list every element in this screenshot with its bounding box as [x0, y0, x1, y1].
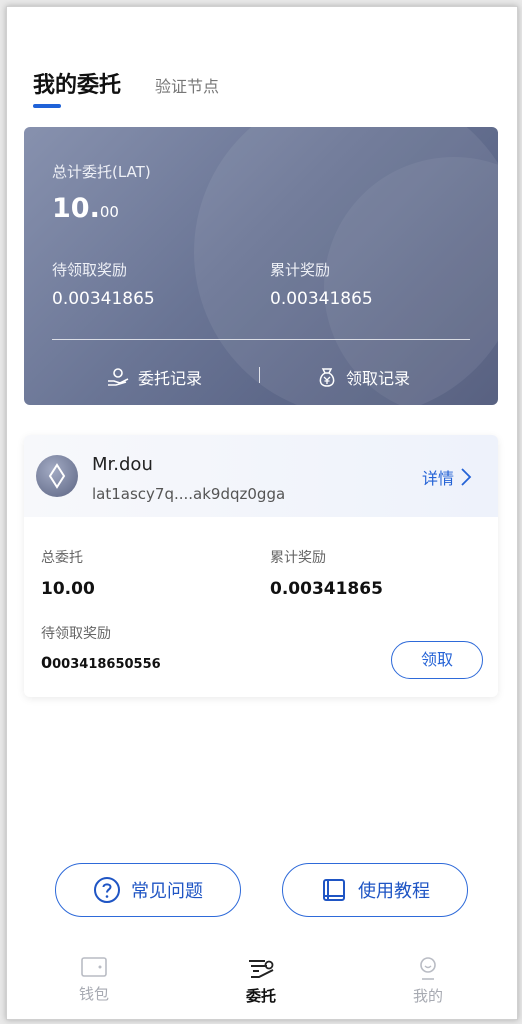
nav-delegate[interactable]: 委托 — [221, 955, 301, 1006]
nav-delegate-label: 委托 — [245, 987, 276, 1005]
delegate-record-link[interactable]: 委托记录 — [106, 365, 202, 389]
detail-link[interactable]: 详情 — [422, 465, 472, 489]
pending-rest: 003418650556 — [52, 657, 161, 672]
nav-wallet[interactable]: 钱包 — [54, 955, 134, 1004]
node-cumulative-label: 累计奖励 — [270, 550, 326, 566]
pending-lead: 0 — [41, 653, 53, 672]
faq-button[interactable]: 常见问题 — [55, 863, 241, 917]
total-dec: 00 — [99, 203, 119, 221]
node-pending-value: 0003418650556 — [41, 653, 161, 672]
profile-icon — [420, 957, 436, 980]
total-delegation-value: 10.00 — [52, 193, 119, 224]
node-total-value: 10.00 — [41, 579, 95, 599]
node-name: Mr.dou — [92, 454, 153, 475]
chevron-right-icon — [461, 468, 472, 486]
node-cumulative-value: 0.00341865 — [270, 579, 383, 599]
book-icon — [323, 879, 345, 901]
faq-label: 常见问题 — [131, 881, 203, 902]
cumulative-reward-value: 0.00341865 — [270, 289, 373, 309]
wallet-icon — [81, 957, 107, 977]
node-address: lat1ascy7q....ak9dqz0gga — [92, 485, 286, 503]
separator — [259, 367, 260, 383]
node-pending-label: 待领取奖励 — [41, 626, 111, 642]
delegate-record-label: 委托记录 — [138, 369, 203, 388]
claim-button[interactable]: 领取 — [391, 641, 483, 679]
delegated-node-card: Mr.dou lat1ascy7q....ak9dqz0gga 详情 总委托 1… — [24, 435, 498, 697]
tab-my-delegation[interactable]: 我的委托 — [33, 67, 121, 99]
active-tab-indicator — [33, 104, 61, 108]
node-total-label: 总委托 — [41, 550, 83, 566]
claim-record-link[interactable]: 领取记录 — [316, 365, 410, 389]
tab-validator-nodes[interactable]: 验证节点 — [155, 73, 219, 97]
question-icon — [94, 877, 120, 903]
cumulative-reward-label: 累计奖励 — [270, 261, 331, 279]
detail-label: 详情 — [422, 469, 455, 488]
bottom-nav: 钱包 委托 我的 — [7, 947, 517, 1019]
nav-me-label: 我的 — [412, 987, 443, 1005]
tutorial-button[interactable]: 使用教程 — [282, 863, 468, 917]
delegate-icon — [249, 960, 274, 978]
node-avatar — [36, 455, 78, 497]
pending-reward-label: 待领取奖励 — [52, 261, 128, 279]
claim-record-label: 领取记录 — [346, 369, 411, 388]
nav-wallet-label: 钱包 — [78, 985, 109, 1003]
delegation-summary-card: 总计委托(LAT) 10.00 待领取奖励 0.00341865 累计奖励 0.… — [24, 127, 498, 405]
tutorial-label: 使用教程 — [358, 881, 430, 902]
nav-me[interactable]: 我的 — [388, 955, 468, 1006]
divider — [52, 339, 470, 340]
node-header[interactable]: Mr.dou lat1ascy7q....ak9dqz0gga 详情 — [24, 435, 498, 517]
money-bag-icon — [319, 368, 335, 387]
hand-coin-icon — [108, 368, 129, 386]
diamond-icon — [48, 463, 66, 489]
phone-screen: 我的委托 验证节点 总计委托(LAT) 10.00 待领取奖励 0.003418… — [6, 6, 518, 1020]
pending-reward-value: 0.00341865 — [52, 289, 155, 309]
total-int: 10. — [52, 193, 100, 224]
total-delegation-label: 总计委托(LAT) — [52, 163, 151, 181]
